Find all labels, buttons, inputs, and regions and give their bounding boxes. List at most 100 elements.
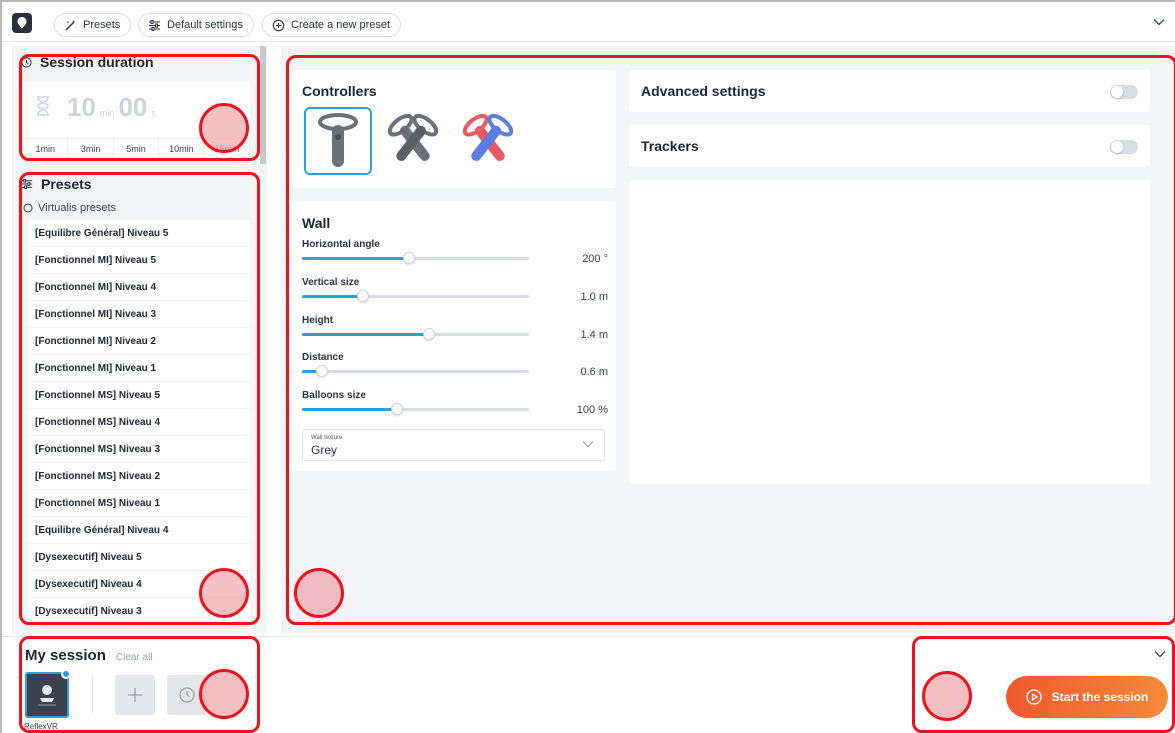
duration-option-15min[interactable]: 15min xyxy=(205,139,251,158)
clear-all-button[interactable]: Clear all xyxy=(116,652,153,663)
slider-label: Balloons size xyxy=(302,390,366,401)
start-session-button[interactable]: Start the session xyxy=(1006,676,1168,718)
chevron-down-icon[interactable] xyxy=(1153,18,1165,26)
preset-item[interactable]: [Dysexecutif] Niveau 5 xyxy=(28,544,250,571)
tab-default-settings[interactable]: Default settings xyxy=(138,13,254,37)
chevron-down-icon[interactable] xyxy=(1154,650,1166,658)
duration-option-3min[interactable]: 3min xyxy=(68,139,114,158)
slider-track[interactable] xyxy=(302,252,529,264)
balloons-size-slider[interactable]: Balloons size 100 % xyxy=(302,390,608,416)
preset-item[interactable]: [Fonctionnel MS] Niveau 5 xyxy=(28,382,250,409)
preset-item[interactable]: [Dysexecutif] Niveau 4 xyxy=(28,571,250,598)
app-logo xyxy=(12,13,32,33)
radio-circle-icon xyxy=(23,203,33,213)
distance-slider[interactable]: Distance 0.6 m xyxy=(302,352,608,378)
add-pause-button[interactable] xyxy=(167,675,207,715)
slider-value: 1.4 m xyxy=(580,329,608,341)
duration-option-1min[interactable]: 1min xyxy=(23,139,69,158)
add-session-item-button[interactable] xyxy=(115,675,155,715)
bottom-separator xyxy=(2,636,1175,637)
tab-presets-label: Presets xyxy=(83,19,121,31)
slider-value: 0.6 m xyxy=(580,366,608,378)
session-item-badge xyxy=(61,669,71,679)
preset-item[interactable]: [Equilibre Général] Niveau 4 xyxy=(28,517,250,544)
preset-item[interactable]: [Fonctionnel MS] Niveau 3 xyxy=(28,436,250,463)
chevron-down-icon xyxy=(582,441,594,448)
horizontal-angle-slider[interactable]: Horizontal angle 200 ° xyxy=(302,239,608,265)
slider-fill xyxy=(302,257,409,260)
height-slider[interactable]: Height 1.4 m xyxy=(302,315,608,341)
preset-item[interactable]: [Equilibre Général] Niveau 5 xyxy=(28,220,250,247)
wall-title: Wall xyxy=(302,215,331,231)
clock-icon xyxy=(21,56,32,68)
magic-wand-icon xyxy=(65,19,76,30)
tab-presets[interactable]: Presets xyxy=(54,13,132,37)
preset-list[interactable]: [Equilibre Général] Niveau 5 [Fonctionne… xyxy=(28,220,250,624)
timer-minutes[interactable]: 10 xyxy=(67,92,96,123)
controller-option-single[interactable] xyxy=(304,107,372,175)
dual-controllers-color-icon xyxy=(462,113,514,161)
session-item-label: ReflexVR xyxy=(24,722,58,731)
timer-display[interactable]: 10 min 00 s xyxy=(67,92,156,123)
slider-thumb[interactable] xyxy=(423,328,436,340)
app-window: Presets Default settings Create a new pr… xyxy=(0,0,1175,733)
annotation-dot xyxy=(922,671,972,721)
top-bar: Presets Default settings Create a new pr… xyxy=(2,2,1175,42)
play-icon xyxy=(1025,689,1042,705)
preset-item[interactable]: [Fonctionnel MS] Niveau 1 xyxy=(28,490,250,517)
reflexvr-app-icon xyxy=(38,685,56,706)
preset-item[interactable]: [Dysexecutif] Niveau 3 xyxy=(28,598,250,624)
virtualis-presets-group[interactable]: Virtualis presets xyxy=(23,202,116,214)
slider-label: Horizontal angle xyxy=(302,239,380,250)
left-scrollbar[interactable] xyxy=(260,46,266,164)
preset-item[interactable]: [Fonctionnel MI] Niveau 5 xyxy=(28,247,250,274)
timer-seconds[interactable]: 00 xyxy=(118,92,147,123)
wall-texture-label: Wall texture xyxy=(311,435,343,441)
session-duration-section: Session duration 10 min 00 s 1min 3min 5… xyxy=(21,54,259,158)
slider-fill xyxy=(302,333,430,336)
tab-default-settings-label: Default settings xyxy=(167,19,243,31)
preset-item[interactable]: [Fonctionnel MI] Niveau 3 xyxy=(28,301,250,328)
clock-plus-icon xyxy=(179,687,195,703)
controllers-title: Controllers xyxy=(302,83,377,99)
tab-create-preset[interactable]: Create a new preset xyxy=(262,13,402,37)
wall-texture-value: Grey xyxy=(311,443,338,457)
slider-value: 1.0 m xyxy=(580,291,608,303)
slider-thumb[interactable] xyxy=(402,252,415,264)
duration-option-10min[interactable]: 10min xyxy=(159,139,205,158)
wall-texture-select[interactable]: Wall texture Grey xyxy=(302,429,605,461)
vertical-size-slider[interactable]: Vertical size 1.0 m xyxy=(302,277,608,303)
slider-track[interactable] xyxy=(302,328,529,340)
sliders-icon xyxy=(149,19,160,31)
preset-item[interactable]: [Fonctionnel MS] Niveau 2 xyxy=(28,463,250,490)
slider-track[interactable] xyxy=(302,365,529,377)
timer-minutes-unit: min xyxy=(99,108,115,118)
trackers-card xyxy=(629,125,1150,167)
advanced-settings-title: Advanced settings xyxy=(641,83,766,99)
preset-item[interactable]: [Fonctionnel MI] Niveau 4 xyxy=(28,274,250,301)
slider-track[interactable] xyxy=(302,403,529,415)
preset-item[interactable]: [Fonctionnel MS] Niveau 4 xyxy=(28,409,250,436)
trackers-toggle[interactable] xyxy=(1110,140,1138,154)
duration-option-5min[interactable]: 5min xyxy=(114,139,160,158)
trackers-title: Trackers xyxy=(641,138,699,154)
single-controller-icon xyxy=(318,113,358,167)
controller-option-dual-grey[interactable] xyxy=(379,107,447,175)
preset-item[interactable]: [Fonctionnel MI] Niveau 1 xyxy=(28,355,250,382)
advanced-settings-toggle[interactable] xyxy=(1110,85,1138,99)
session-divider xyxy=(92,675,93,713)
session-duration-title: Session duration xyxy=(40,54,154,70)
preset-item[interactable]: [Fonctionnel MI] Niveau 2 xyxy=(28,328,250,355)
presets-title: Presets xyxy=(41,176,92,192)
presets-heading: Presets xyxy=(21,176,259,192)
session-item-reflexvr[interactable] xyxy=(25,672,69,718)
plus-icon xyxy=(128,688,142,702)
slider-fill xyxy=(302,408,398,411)
timer-seconds-unit: s xyxy=(151,108,156,118)
slider-track[interactable] xyxy=(302,290,529,302)
controller-option-dual-color[interactable] xyxy=(454,107,522,175)
my-session-title: My session xyxy=(25,647,106,664)
slider-value: 100 % xyxy=(576,404,608,416)
my-session-header: My session Clear all xyxy=(25,647,153,664)
dual-controllers-icon xyxy=(387,113,439,161)
